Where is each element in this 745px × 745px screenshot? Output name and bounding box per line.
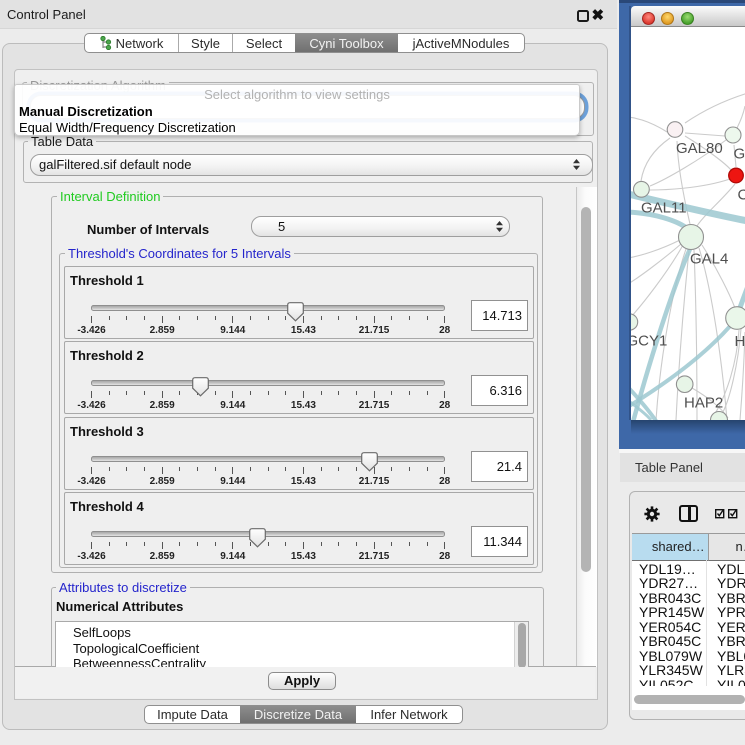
svg-text:GCY1: GCY1 <box>631 333 667 350</box>
svg-text:CY: CY <box>738 187 745 204</box>
svg-text:GAL11: GAL11 <box>641 200 687 217</box>
svg-text:GAL80: GAL80 <box>676 140 723 157</box>
svg-text:GAL: GAL <box>734 146 745 163</box>
svg-text:HAP2: HAP2 <box>684 395 723 412</box>
svg-text:HIS5: HIS5 <box>735 333 745 350</box>
svg-text:GAL4: GAL4 <box>690 251 728 268</box>
